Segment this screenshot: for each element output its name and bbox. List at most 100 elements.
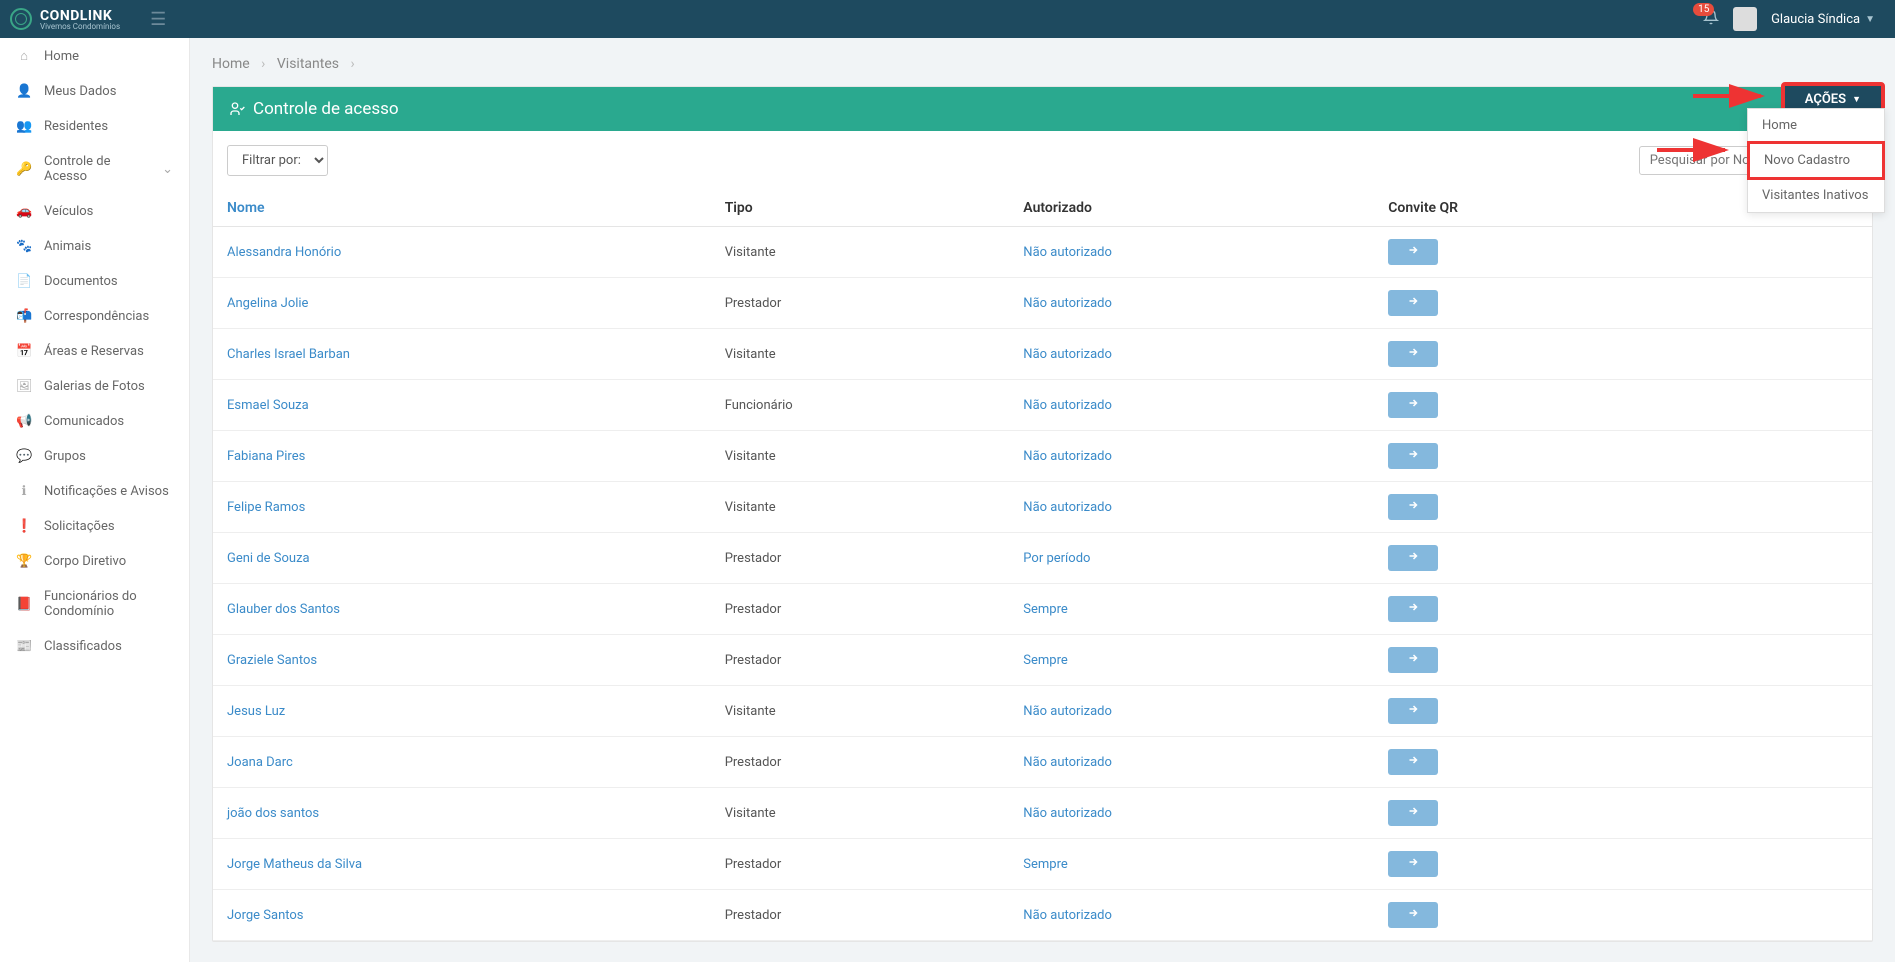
visitor-auth-link[interactable]: Não autorizado (1023, 500, 1112, 515)
hamburger-icon[interactable]: ☰ (150, 9, 166, 30)
visitor-auth-link[interactable]: Não autorizado (1023, 398, 1112, 413)
visitor-auth-link[interactable]: Sempre (1023, 653, 1068, 668)
sidebar-item-label: Solicitações (44, 519, 115, 534)
sidebar-item-veículos[interactable]: 🚗Veículos (0, 194, 189, 229)
users-icon: 👥 (16, 119, 32, 134)
visitor-auth-link[interactable]: Não autorizado (1023, 755, 1112, 770)
qr-invite-button[interactable] (1388, 698, 1438, 724)
visitor-name-link[interactable]: Charles Israel Barban (227, 347, 350, 362)
breadcrumb: Home › Visitantes › (190, 50, 1895, 86)
sidebar-item-label: Funcionários do Condomínio (44, 589, 173, 619)
qr-invite-button[interactable] (1388, 596, 1438, 622)
sidebar: ⌂Home👤Meus Dados👥Residentes🔑Controle de … (0, 38, 190, 962)
col-tipo: Tipo (711, 190, 1010, 227)
sidebar-item-documentos[interactable]: 📄Documentos (0, 264, 189, 299)
sidebar-item-residentes[interactable]: 👥Residentes (0, 109, 189, 144)
dropdown-visitantes-inativos[interactable]: Visitantes Inativos (1748, 179, 1884, 212)
sidebar-item-home[interactable]: ⌂Home (0, 38, 189, 74)
visitor-auth-link[interactable]: Sempre (1023, 602, 1068, 617)
visitor-auth-link[interactable]: Sempre (1023, 857, 1068, 872)
notifications-button[interactable]: 15 (1703, 9, 1719, 29)
qr-invite-button[interactable] (1388, 392, 1438, 418)
table-row: Alessandra Honório Visitante Não autorizad… (213, 227, 1872, 278)
visitor-type: Visitante (711, 482, 1010, 533)
sidebar-item-animais[interactable]: 🐾Animais (0, 229, 189, 264)
visitor-auth-link[interactable]: Por período (1023, 551, 1090, 566)
sidebar-item-label: Meus Dados (44, 84, 116, 99)
visitor-name-link[interactable]: Jorge Matheus da Silva (227, 857, 362, 872)
visitor-name-link[interactable]: Graziele Santos (227, 653, 317, 668)
col-nome[interactable]: Nome (213, 190, 711, 227)
sidebar-item-áreas-e-reservas[interactable]: 📅Áreas e Reservas (0, 334, 189, 369)
arrow-right-icon (1406, 550, 1420, 562)
qr-invite-button[interactable] (1388, 800, 1438, 826)
sidebar-item-grupos[interactable]: 💬Grupos (0, 439, 189, 474)
qr-invite-button[interactable] (1388, 647, 1438, 673)
visitor-type: Visitante (711, 227, 1010, 278)
visitor-auth-link[interactable]: Não autorizado (1023, 347, 1112, 362)
sidebar-item-classificados[interactable]: 📰Classificados (0, 629, 189, 664)
sidebar-item-meus-dados[interactable]: 👤Meus Dados (0, 74, 189, 109)
visitor-name-link[interactable]: joão dos santos (227, 806, 319, 821)
visitors-table: Nome Tipo Autorizado Convite QR Alessand… (213, 190, 1872, 941)
sidebar-item-solicitações[interactable]: ❗Solicitações (0, 509, 189, 544)
sidebar-item-notificações-e-avisos[interactable]: ℹNotificações e Avisos (0, 474, 189, 509)
visitor-name-link[interactable]: Glauber dos Santos (227, 602, 340, 617)
visitor-name-link[interactable]: Angelina Jolie (227, 296, 308, 311)
horn-icon: 📢 (16, 414, 32, 429)
qr-invite-button[interactable] (1388, 341, 1438, 367)
chevron-right-icon: › (350, 56, 354, 72)
arrow-right-icon (1406, 805, 1420, 817)
qr-invite-button[interactable] (1388, 239, 1438, 265)
visitor-name-link[interactable]: Esmael Souza (227, 398, 309, 413)
breadcrumb-visitantes[interactable]: Visitantes (277, 56, 339, 72)
visitor-auth-link[interactable]: Não autorizado (1023, 245, 1112, 260)
filter-select[interactable]: Filtrar por: (227, 145, 328, 176)
qr-invite-button[interactable] (1388, 494, 1438, 520)
qr-invite-button[interactable] (1388, 443, 1438, 469)
breadcrumb-home[interactable]: Home (212, 56, 250, 72)
book-icon: 📕 (16, 597, 32, 612)
visitor-auth-link[interactable]: Não autorizado (1023, 449, 1112, 464)
sidebar-item-correspondências[interactable]: 📬Correspondências (0, 299, 189, 334)
arrow-right-icon (1406, 652, 1420, 664)
sidebar-item-funcionários-do-condomínio[interactable]: 📕 Funcionários do Condomínio (0, 579, 189, 629)
visitor-name-link[interactable]: Joana Darc (227, 755, 293, 770)
avatar[interactable] (1733, 7, 1757, 31)
dropdown-home[interactable]: Home (1748, 109, 1884, 142)
visitor-auth-link[interactable]: Não autorizado (1023, 908, 1112, 923)
brand[interactable]: CONDLINK Vivemos Condomínios (10, 8, 120, 31)
arrow-right-icon (1406, 397, 1420, 409)
arrow-right-icon (1406, 346, 1420, 358)
visitor-name-link[interactable]: Alessandra Honório (227, 245, 341, 260)
table-row: Joana DarcPrestadorNão autorizado (213, 737, 1872, 788)
qr-invite-button[interactable] (1388, 902, 1438, 928)
paw-icon: 🐾 (16, 239, 32, 254)
qr-invite-button[interactable] (1388, 290, 1438, 316)
user-check-icon (229, 101, 245, 117)
arrow-right-icon (1406, 754, 1420, 766)
chevron-right-icon: › (261, 56, 265, 72)
qr-invite-button[interactable] (1388, 749, 1438, 775)
visitor-name-link[interactable]: Fabiana Pires (227, 449, 305, 464)
qr-invite-button[interactable] (1388, 851, 1438, 877)
user-menu[interactable]: Glaucia Síndica ▼ (1771, 12, 1875, 27)
mail-icon: 📬 (16, 309, 32, 324)
annotation-arrow (1691, 84, 1771, 108)
sidebar-item-controle-de-acesso[interactable]: 🔑Controle de Acesso⌄ (0, 144, 189, 194)
visitor-auth-link[interactable]: Não autorizado (1023, 296, 1112, 311)
dropdown-novo-cadastro[interactable]: Novo Cadastro (1747, 141, 1885, 180)
visitor-type: Prestador (711, 533, 1010, 584)
sidebar-item-corpo-diretivo[interactable]: 🏆Corpo Diretivo (0, 544, 189, 579)
visitor-name-link[interactable]: Jorge Santos (227, 908, 304, 923)
visitor-auth-link[interactable]: Não autorizado (1023, 704, 1112, 719)
visitor-auth-link[interactable]: Não autorizado (1023, 806, 1112, 821)
visitor-name-link[interactable]: Felipe Ramos (227, 500, 305, 515)
sidebar-item-galerias-de-fotos[interactable]: 🖼Galerias de Fotos (0, 369, 189, 404)
img-icon: 🖼 (16, 379, 32, 394)
sidebar-item-comunicados[interactable]: 📢Comunicados (0, 404, 189, 439)
qr-invite-button[interactable] (1388, 545, 1438, 571)
visitor-name-link[interactable]: Jesus Luz (227, 704, 285, 719)
visitor-name-link[interactable]: Geni de Souza (227, 551, 310, 566)
sidebar-item-label: Corpo Diretivo (44, 554, 126, 569)
